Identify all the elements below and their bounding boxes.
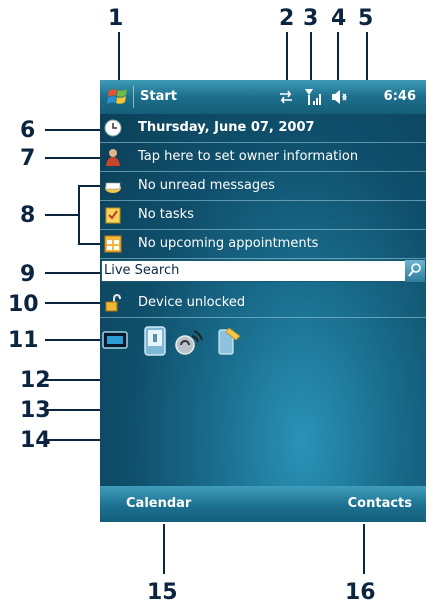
softkey-bar: Calendar Contacts	[100, 486, 426, 522]
calendar-softkey[interactable]: Calendar	[126, 496, 191, 511]
callout-7: 7	[20, 146, 36, 171]
leader-line-2	[286, 32, 288, 80]
owner-info-text: Tap here to set owner information	[138, 149, 359, 164]
appointments-row[interactable]: No upcoming appointments	[100, 230, 426, 259]
live-search-label: Live Search	[104, 263, 180, 278]
callout-11: 11	[8, 328, 39, 353]
padlock-icon	[104, 293, 122, 312]
callout-15: 15	[147, 580, 178, 605]
start-menu-label[interactable]: Start	[140, 89, 177, 104]
leader-line-16	[363, 524, 365, 574]
leader-line-9	[45, 272, 102, 274]
leader-line-11	[45, 339, 102, 341]
leader-line-8-bottom	[78, 243, 102, 245]
wireless-manager-icon[interactable]	[102, 330, 128, 350]
callout-4: 4	[331, 6, 347, 31]
device-lock-row[interactable]: Device unlocked	[100, 289, 426, 318]
pen-icon[interactable]	[217, 326, 243, 356]
speaker-icon[interactable]	[331, 89, 349, 105]
title-separator	[133, 86, 134, 108]
date-row[interactable]: Thursday, June 07, 2007	[100, 114, 426, 143]
calendar-icon	[104, 235, 122, 253]
live-search-field[interactable]: Live Search	[101, 260, 425, 282]
windows-flag-icon[interactable]	[106, 85, 130, 109]
owner-icon	[104, 148, 122, 166]
callout-6: 6	[20, 118, 36, 143]
callout-8: 8	[20, 203, 36, 228]
callout-16: 16	[345, 580, 376, 605]
leader-line-5	[366, 32, 368, 80]
callout-1: 1	[108, 6, 124, 31]
device-icon[interactable]	[144, 326, 166, 356]
leader-line-6	[45, 129, 102, 131]
messages-text: No unread messages	[138, 178, 275, 193]
clock-time[interactable]: 6:46	[384, 89, 416, 104]
leader-line-15	[163, 524, 165, 574]
mail-icon	[104, 177, 122, 195]
sync-arrows-icon[interactable]	[278, 90, 294, 104]
leader-line-3	[310, 32, 312, 80]
leader-line-8-top	[78, 185, 102, 187]
leader-line-10	[45, 302, 102, 304]
leader-line-8-bracket	[78, 185, 80, 244]
callout-5: 5	[358, 6, 374, 31]
contacts-softkey[interactable]: Contacts	[348, 496, 412, 511]
leader-line-4	[337, 32, 339, 80]
clock-icon	[104, 119, 122, 137]
search-button[interactable]	[405, 260, 425, 282]
callout-2: 2	[279, 6, 295, 31]
callout-13: 13	[20, 398, 51, 423]
callout-10: 10	[8, 292, 39, 317]
device-lock-text: Device unlocked	[138, 295, 246, 310]
messages-row[interactable]: No unread messages	[100, 172, 426, 201]
callout-3: 3	[303, 6, 319, 31]
callout-14: 14	[20, 428, 51, 453]
leader-line-1	[118, 32, 120, 80]
owner-info-row[interactable]: Tap here to set owner information	[100, 143, 426, 172]
tasks-row[interactable]: No tasks	[100, 201, 426, 230]
today-screen: Start 6:46 Thursday, June 07, 2007 Tap h…	[100, 80, 426, 522]
callout-9: 9	[20, 262, 36, 287]
title-bar: Start 6:46	[100, 80, 426, 114]
date-text: Thursday, June 07, 2007	[138, 120, 315, 135]
signal-icon[interactable]	[304, 88, 322, 106]
leader-line-8-stem	[45, 214, 78, 216]
callout-12: 12	[20, 368, 51, 393]
connection-icon[interactable]	[174, 328, 204, 356]
leader-line-7	[45, 157, 102, 159]
task-icon	[104, 206, 122, 224]
search-icon	[408, 263, 421, 277]
appointments-text: No upcoming appointments	[138, 236, 319, 251]
tasks-text: No tasks	[138, 207, 194, 222]
